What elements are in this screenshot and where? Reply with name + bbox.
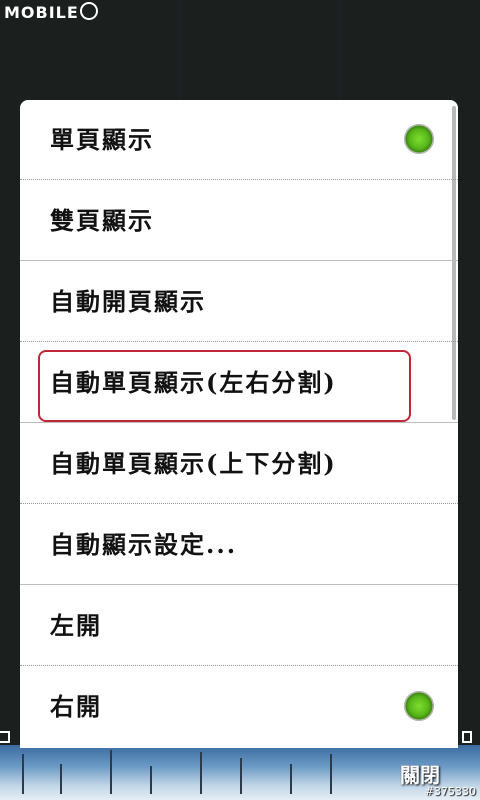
menu-item-label: 左開 [50, 611, 102, 640]
tree-decoration [240, 758, 242, 794]
bottom-toolbar: 關閉 #375330 [0, 745, 480, 800]
tree-decoration [200, 752, 202, 794]
menu-item-label: 右開 [50, 692, 102, 721]
photo-id-watermark: #375330 [424, 785, 476, 798]
tree-decoration [22, 754, 24, 794]
tree-decoration [110, 750, 112, 794]
menu-item-left-open[interactable]: 左開 [20, 586, 458, 666]
menu-item-label: 自動顯示設定... [50, 530, 238, 559]
tree-decoration [150, 766, 152, 794]
watermark-text: MOBILE [4, 3, 79, 22]
mobile01-logo-icon [79, 2, 98, 20]
menu-item-double-page[interactable]: 雙頁顯示 [20, 181, 458, 261]
selected-radio-icon[interactable] [404, 691, 434, 721]
annotation-highlight-box [38, 350, 411, 422]
menu-item-label: 單頁顯示 [50, 125, 154, 154]
menu-item-auto-open-page[interactable]: 自動開頁顯示 [20, 262, 458, 342]
tree-decoration [330, 754, 332, 794]
menu-item-label: 雙頁顯示 [50, 206, 154, 235]
display-mode-menu: 單頁顯示 雙頁顯示 自動開頁顯示 自動單頁顯示(左右分割) 自動單頁顯示(上下分… [20, 100, 458, 748]
mobile01-watermark: MOBILE [4, 2, 98, 22]
menu-item-auto-display-settings[interactable]: 自動顯示設定... [20, 505, 458, 585]
selected-radio-icon[interactable] [404, 124, 434, 154]
menu-item-label: 自動單頁顯示(上下分割) [50, 449, 337, 478]
tree-decoration [290, 764, 292, 794]
menu-item-label: 自動開頁顯示 [50, 287, 206, 316]
menu-item-single-page[interactable]: 單頁顯示 [20, 100, 458, 180]
background-edge-mark [0, 731, 10, 743]
close-button[interactable]: 關閉 [400, 759, 440, 788]
background-edge-mark [462, 731, 472, 743]
menu-item-right-open[interactable]: 右開 [20, 667, 458, 747]
tree-decoration [60, 764, 62, 794]
menu-item-auto-single-top-bottom[interactable]: 自動單頁顯示(上下分割) [20, 424, 458, 504]
